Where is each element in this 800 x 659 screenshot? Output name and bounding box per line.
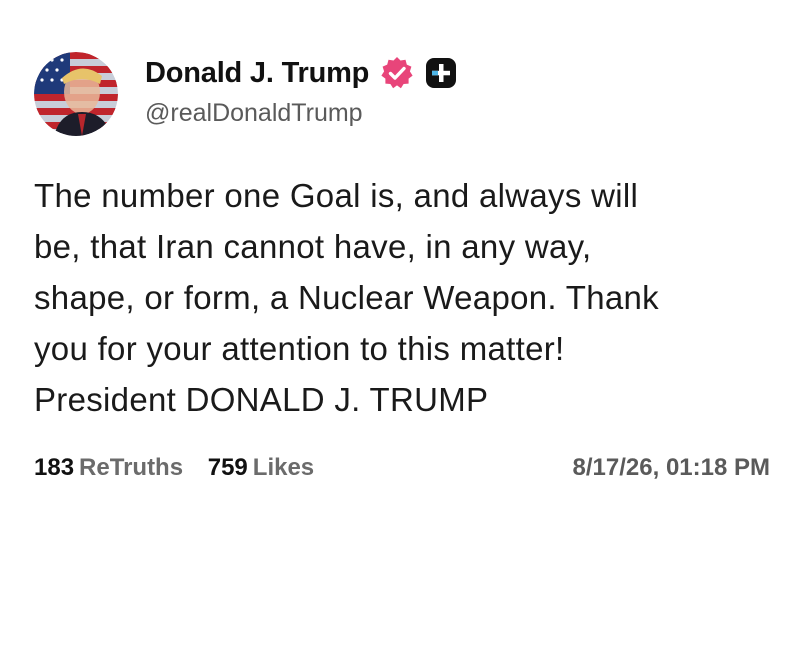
verified-badge-icon [379,55,415,91]
likes-stat[interactable]: 759 Likes [208,454,314,482]
post-text-line: The number one Goal is, and always will [34,177,639,214]
truth-post: Donald J. Trump @realDonaldTrump The num… [0,0,800,659]
author-display-name[interactable]: Donald J. Trump [145,57,369,90]
post-text-line: shape, or form, a Nuclear Weapon. Thank [34,279,659,316]
retruths-stat[interactable]: 183 ReTruths [34,454,183,482]
retruths-count: 183 [34,454,75,481]
post-text-line: be, that Iran cannot have, in any way, [34,228,592,265]
profile-avatar[interactable] [34,52,118,136]
likes-count: 759 [207,454,248,481]
post-footer: 183 ReTruths 759 Likes 8/17/26, 01:18 PM [34,454,770,486]
likes-label: Likes [252,454,315,481]
post-text-line: President DONALD J. TRUMP [34,381,489,418]
author-name-row: Donald J. Trump [145,54,459,92]
plus-icon[interactable] [423,55,459,91]
post-timestamp[interactable]: 8/17/26, 01:18 PM [573,454,770,482]
retruths-label: ReTruths [79,454,184,481]
post-text: The number one Goal is, and always will … [34,170,774,425]
post-text-line: you for your attention to this matter! [34,330,565,367]
author-handle[interactable]: @realDonaldTrump [145,99,363,128]
